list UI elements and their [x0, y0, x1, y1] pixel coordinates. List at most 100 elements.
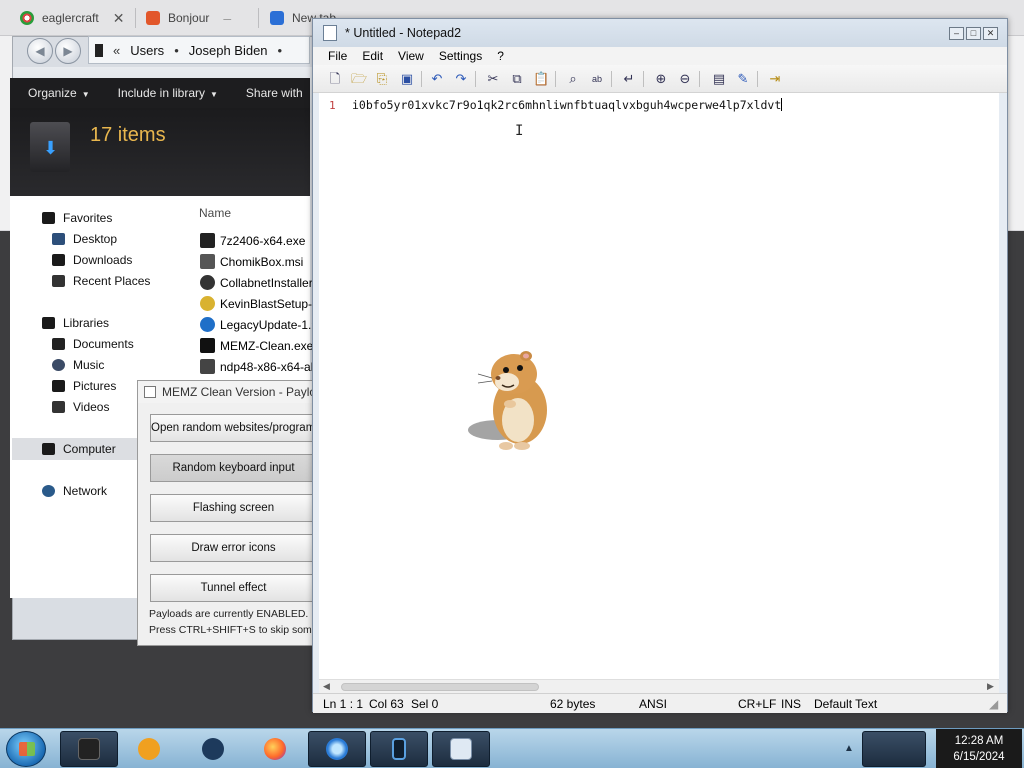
menu-file[interactable]: File	[328, 49, 347, 63]
taskbar-notepad2[interactable]	[432, 731, 490, 767]
file-row[interactable]: CollabnetInstaller	[200, 275, 313, 290]
copy-icon[interactable]: ⧉	[509, 71, 525, 87]
scheme-icon[interactable]: ▤	[711, 71, 727, 87]
open-folder-icon[interactable]: 🗁	[351, 71, 367, 87]
sidebar-item-pictures[interactable]: Pictures	[52, 379, 116, 393]
browser-tab-eaglercraft[interactable]: eaglercraft ✕	[20, 6, 124, 30]
menu-help[interactable]: ?	[497, 49, 504, 63]
minimize-button[interactable]: –	[949, 27, 964, 40]
random-keyboard-input-button[interactable]: Random keyboard input	[150, 454, 316, 482]
breadcrumb[interactable]: « Users • Joseph Biden •	[88, 36, 310, 64]
editor-area[interactable]: 1 i0bfo5yr01xvkc7r9o1qk2rc6mhnliwnfbtuaq…	[319, 93, 999, 679]
taskbar-app[interactable]	[184, 731, 242, 767]
pictures-icon	[52, 380, 65, 392]
status-scheme[interactable]: Default Text	[814, 697, 877, 711]
sidebar-item-libraries[interactable]: Libraries	[42, 316, 109, 330]
status-insert-mode[interactable]: INS	[781, 697, 801, 711]
exit-icon[interactable]: ⇥	[767, 71, 783, 87]
start-orb-icon[interactable]	[6, 731, 46, 767]
network-icon	[42, 485, 55, 497]
sidebar-label: Favorites	[63, 211, 113, 225]
sidebar-item-videos[interactable]: Videos	[52, 400, 109, 414]
taskbar-phone-app[interactable]	[370, 731, 428, 767]
taskbar-explorer[interactable]	[60, 731, 118, 767]
scrollbar-thumb[interactable]	[341, 683, 539, 691]
include-in-library-button[interactable]: Include in library ▼	[118, 86, 218, 100]
browser-tab-bonjour[interactable]: Bonjour –	[146, 6, 231, 30]
zoom-in-icon[interactable]: ⊕	[653, 71, 669, 87]
sidebar-item-network[interactable]: Network	[42, 484, 107, 498]
sidebar-item-music[interactable]: Music	[52, 358, 104, 372]
clock[interactable]: 12:28 AM 6/15/2024	[936, 729, 1022, 768]
zoom-out-icon[interactable]: ⊖	[677, 71, 693, 87]
back-button[interactable]: ◀	[27, 38, 53, 64]
breadcrumb-users[interactable]: Users	[130, 43, 164, 58]
organize-button[interactable]: Organize ▼	[28, 86, 90, 100]
maximize-button[interactable]: □	[966, 27, 981, 40]
word-wrap-icon[interactable]: ↵	[621, 71, 637, 87]
file-row[interactable]: LegacyUpdate-1.9	[200, 317, 318, 332]
scroll-left-icon[interactable]: ◀	[323, 681, 330, 692]
replace-icon[interactable]: ab	[589, 71, 605, 87]
cut-icon[interactable]: ✂	[485, 71, 501, 87]
site-icon	[146, 11, 160, 25]
file-name: CollabnetInstaller	[220, 275, 313, 290]
status-size: 62 bytes	[550, 697, 596, 711]
notepad-title-bar[interactable]: * Untitled - Notepad2	[313, 19, 1007, 47]
taskbar-ie[interactable]	[308, 731, 366, 767]
column-header-name[interactable]: Name	[199, 206, 231, 220]
status-encoding[interactable]: ANSI	[639, 697, 667, 711]
sidebar-item-favorites[interactable]: Favorites	[42, 211, 112, 225]
file-row[interactable]: ndp48-x86-x64-al	[200, 359, 313, 374]
file-row[interactable]: MEMZ-Clean.exe	[200, 338, 313, 353]
breadcrumb-overflow[interactable]: «	[113, 43, 120, 58]
breadcrumb-separator: •	[174, 42, 179, 58]
flashing-screen-button[interactable]: Flashing screen	[150, 494, 316, 522]
taskbar-media-player[interactable]	[120, 731, 178, 767]
recent-places-icon	[52, 275, 65, 287]
redo-icon[interactable]: ↷	[453, 71, 469, 87]
forward-button[interactable]: ▶	[55, 38, 81, 64]
draw-error-icons-button[interactable]: Draw error icons	[150, 534, 316, 562]
status-line-endings[interactable]: CR+LF	[738, 697, 776, 711]
paste-icon[interactable]: 📋	[533, 71, 549, 87]
browse-icon[interactable]: ⎘	[374, 71, 390, 87]
share-with-button[interactable]: Share with	[246, 86, 303, 100]
msi-icon	[200, 254, 215, 269]
memz-title-bar[interactable]: MEMZ Clean Version - Payloads	[138, 381, 316, 403]
menu-edit[interactable]: Edit	[362, 49, 383, 63]
close-icon[interactable]: ✕	[113, 10, 125, 27]
find-icon[interactable]: ⌕	[565, 71, 581, 87]
file-row[interactable]: ChomikBox.msi	[200, 254, 303, 269]
taskbar-firefox[interactable]	[246, 731, 304, 767]
sidebar-item-computer[interactable]: Computer	[42, 442, 116, 456]
editor-text[interactable]: i0bfo5yr01xvkc7r9o1qk2rc6mhnliwnfbtuaqlv…	[352, 98, 783, 112]
sidebar-item-documents[interactable]: Documents	[52, 337, 134, 351]
menu-view[interactable]: View	[398, 49, 424, 63]
tray-app-icon[interactable]	[862, 731, 926, 767]
chevron-down-icon: ▼	[81, 90, 90, 99]
file-row[interactable]: 7z2406-x64.exe	[200, 233, 305, 248]
sidebar-item-downloads[interactable]: Downloads	[52, 253, 132, 267]
save-icon[interactable]: ▣	[399, 71, 415, 87]
horizontal-scrollbar[interactable]: ◀ ▶	[319, 679, 999, 693]
tab-divider	[135, 8, 136, 28]
undo-icon[interactable]: ↶	[429, 71, 445, 87]
file-row[interactable]: KevinBlastSetup-1	[200, 296, 319, 311]
new-file-icon[interactable]: 🗋	[327, 71, 343, 87]
open-random-websites-button[interactable]: Open random websites/programs	[150, 414, 316, 442]
tunnel-effect-button[interactable]: Tunnel effect	[150, 574, 316, 602]
hamster-desktop-pet[interactable]	[462, 344, 558, 454]
close-button[interactable]: ✕	[983, 27, 998, 40]
setup-icon	[200, 296, 215, 311]
customize-icon[interactable]: ✎	[735, 71, 751, 87]
sidebar-item-desktop[interactable]: Desktop	[52, 232, 117, 246]
tray-overflow-icon[interactable]: ▲	[842, 731, 856, 767]
toolbar-separator	[643, 71, 644, 87]
sidebar-item-recent-places[interactable]: Recent Places	[52, 274, 150, 288]
scroll-right-icon[interactable]: ▶	[987, 681, 994, 692]
menu-settings[interactable]: Settings	[439, 49, 482, 63]
breadcrumb-user-folder[interactable]: Joseph Biden	[189, 43, 268, 58]
menu-bar: File Edit View Settings ?	[313, 47, 1007, 65]
resize-grip-icon[interactable]: ◢	[989, 697, 998, 711]
